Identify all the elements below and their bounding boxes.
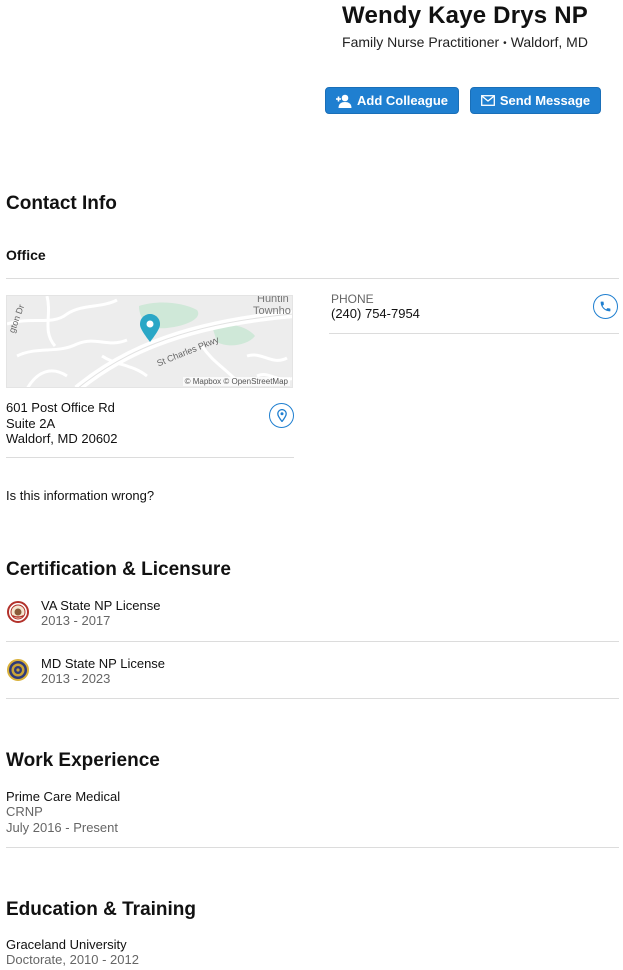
map-area-label: Huntin: [257, 296, 289, 305]
certification-years: 2013 - 2023: [41, 671, 111, 686]
location-pin-icon: [276, 409, 287, 422]
address-line: Suite 2A: [6, 415, 56, 431]
divider: [6, 457, 294, 458]
job-role: CRNP: [6, 804, 43, 819]
office-address: 601 Post Office Rd Suite 2A Waldorf, MD …: [6, 400, 118, 447]
phone-number[interactable]: (240) 754-7954: [331, 306, 420, 321]
map-area-label: Townho: [253, 305, 291, 317]
divider: [6, 847, 619, 848]
employer-name: Prime Care Medical: [6, 789, 121, 804]
address-line: Waldorf, MD 20602: [6, 431, 118, 446]
work-experience-heading: Work Experience: [6, 750, 160, 771]
divider: [6, 698, 619, 699]
map-graphic: St Charles Pkwy gton Dr Huntin Townho: [7, 296, 292, 387]
directions-button[interactable]: [269, 403, 294, 428]
add-colleague-button[interactable]: Add Colleague: [325, 87, 459, 114]
contact-info-heading: Contact Info: [6, 193, 117, 214]
md-seal-icon: [7, 659, 29, 681]
add-user-icon: [335, 94, 352, 108]
provider-subtitle: Family Nurse Practitioner • Waldorf, MD: [300, 34, 623, 50]
certification-years: 2013 - 2017: [41, 613, 111, 628]
school-name: Graceland University: [6, 937, 127, 952]
add-colleague-label: Add Colleague: [356, 93, 448, 108]
report-wrong-info-link[interactable]: Is this information wrong?: [6, 488, 154, 503]
specialty: Family Nurse Practitioner: [342, 34, 500, 50]
divider: [6, 641, 619, 642]
office-heading: Office: [6, 247, 46, 263]
send-message-label: Send Message: [499, 93, 591, 108]
office-map[interactable]: St Charles Pkwy gton Dr Huntin Townho © …: [6, 295, 293, 388]
certification-heading: Certification & Licensure: [6, 559, 231, 580]
va-seal-icon: [7, 601, 29, 623]
phone-label: PHONE: [331, 292, 374, 306]
call-button[interactable]: [593, 294, 618, 319]
phone-icon: [600, 301, 611, 312]
divider: [329, 333, 619, 334]
job-dates: July 2016 - Present: [6, 820, 119, 835]
address-line: 601 Post Office Rd: [6, 400, 115, 415]
divider: [6, 278, 619, 279]
send-message-button[interactable]: Send Message: [470, 87, 601, 114]
certification-name: VA State NP License: [41, 598, 161, 613]
separator-dot: •: [503, 37, 507, 49]
location: Waldorf, MD: [510, 34, 588, 50]
provider-name: Wendy Kaye Drys NP: [342, 2, 588, 29]
certification-name: MD State NP License: [41, 656, 166, 671]
degree-info: Doctorate, 2010 - 2012: [6, 952, 139, 967]
education-heading: Education & Training: [6, 899, 197, 920]
envelope-icon: [480, 95, 495, 106]
map-credit: © Mapbox © OpenStreetMap: [182, 377, 290, 386]
